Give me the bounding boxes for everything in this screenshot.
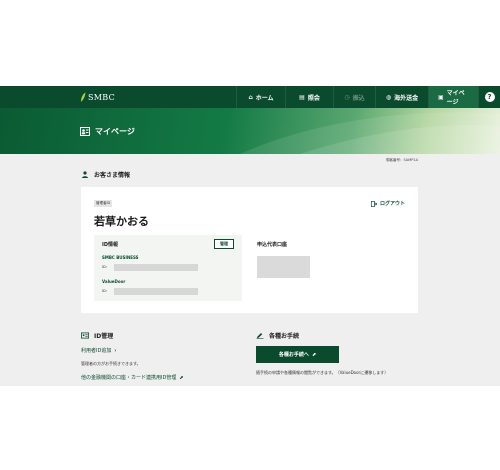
admin-note: 管理者の方がお手続きできます。 xyxy=(81,361,141,366)
globe-icon: ◍ xyxy=(385,93,392,101)
id-info-panel: ID情報 管理 SMBC BUSINESS ID： ValueDoor ID： xyxy=(94,235,242,301)
smbc-leaf-icon xyxy=(81,92,86,102)
logout-label: ログアウト xyxy=(379,201,405,207)
procedures-heading-text: 各種お手続 xyxy=(269,333,300,340)
nav-item-overseas-remittance[interactable]: ◍ 海外送金 xyxy=(375,86,428,108)
nav-item-label: 照会 xyxy=(307,94,320,102)
customer-info-heading-text: お客さま情報 xyxy=(94,172,131,179)
person-card-icon: ▣ xyxy=(438,93,444,101)
clock-icon: ◷ xyxy=(344,93,350,101)
nav-item-label: 振込 xyxy=(352,94,365,102)
id-card-icon xyxy=(81,332,89,339)
pencil-icon xyxy=(256,333,264,339)
nav-item-home[interactable]: ⌂ ホーム xyxy=(236,86,285,108)
logout-icon xyxy=(370,200,377,207)
other-institution-id-label: 他の金融機関の口座・カード連携用ID管理 xyxy=(81,375,177,381)
contact-account-value-masked xyxy=(257,256,310,278)
procedures-heading: 各種お手続 xyxy=(256,331,299,340)
service-name-valuedoor: ValueDoor xyxy=(102,279,126,284)
customer-info-heading: お客さま情報 xyxy=(81,170,130,179)
nav-menu: ⌂ ホーム ▤ 照会 ◷ 振込 ◍ 海外送金 ▣ マイページ ? xyxy=(236,86,500,108)
customer-info-card: 管理者ID 若草かおる ログアウト ID情報 管理 SMBC BUSINESS … xyxy=(81,187,418,313)
add-user-id-label: 利用者ID追加 xyxy=(81,348,112,354)
service-name-smbc-business: SMBC BUSINESS xyxy=(102,255,139,260)
nav-item-label: マイページ xyxy=(446,90,465,106)
external-link-icon: ⬈ xyxy=(311,351,317,358)
nav-item-label: 海外送金 xyxy=(394,94,419,102)
page-header-banner: マイページ xyxy=(0,108,500,154)
nav-item-transfer: ◷ 振込 xyxy=(333,86,375,108)
logout-link[interactable]: ログアウト xyxy=(370,200,405,207)
member-number: 御客番号：SAMP1A xyxy=(386,158,418,162)
id-label: ID： xyxy=(102,289,110,293)
procedures-button-label: 各種お手続へ xyxy=(278,352,309,358)
contact-account-heading: 申込代表口座 xyxy=(257,242,288,248)
smbc-logo[interactable]: SMBC xyxy=(80,90,115,104)
page-title-text: マイページ xyxy=(95,127,135,136)
help-button[interactable]: ? xyxy=(478,86,500,108)
home-icon: ⌂ xyxy=(248,93,253,101)
id-info-heading: ID情報 xyxy=(102,242,119,248)
logo-text: SMBC xyxy=(88,92,116,102)
external-link-icon: ⬈ xyxy=(179,374,184,381)
id-value-masked xyxy=(114,264,198,271)
id-management-heading-text: ID管理 xyxy=(94,333,114,340)
user-name: 若草かおる xyxy=(94,215,149,228)
chevron-right-icon: › xyxy=(114,347,117,354)
nav-item-inquiry[interactable]: ▤ 照会 xyxy=(285,86,333,108)
person-card-icon xyxy=(80,127,90,136)
book-icon: ▤ xyxy=(299,93,305,101)
top-navbar: SMBC ⌂ ホーム ▤ 照会 ◷ 振込 ◍ 海外送金 ▣ マイページ ? xyxy=(0,86,500,108)
manage-button[interactable]: 管理 xyxy=(214,239,234,249)
page-title: マイページ xyxy=(80,126,135,137)
add-user-id-link[interactable]: 利用者ID追加 › xyxy=(81,347,117,355)
procedures-button[interactable]: 各種お手続へ ⬈ xyxy=(256,346,339,363)
nav-item-label: ホーム xyxy=(255,94,274,102)
id-value-masked xyxy=(114,288,198,295)
person-icon xyxy=(82,171,88,178)
nav-item-mypage[interactable]: ▣ マイページ xyxy=(428,86,478,108)
banner-decoration xyxy=(240,112,500,154)
other-institution-id-link[interactable]: 他の金融機関の口座・カード連携用ID管理 ⬈ xyxy=(81,374,184,382)
id-management-heading: ID管理 xyxy=(81,331,113,340)
id-label: ID： xyxy=(102,265,110,269)
role-badge: 管理者ID xyxy=(94,200,113,207)
help-icon: ? xyxy=(484,92,495,102)
procedures-note: 随手続の申請や各種情報の閲覧ができます。（ValueDoorに遷移します） xyxy=(256,370,389,375)
